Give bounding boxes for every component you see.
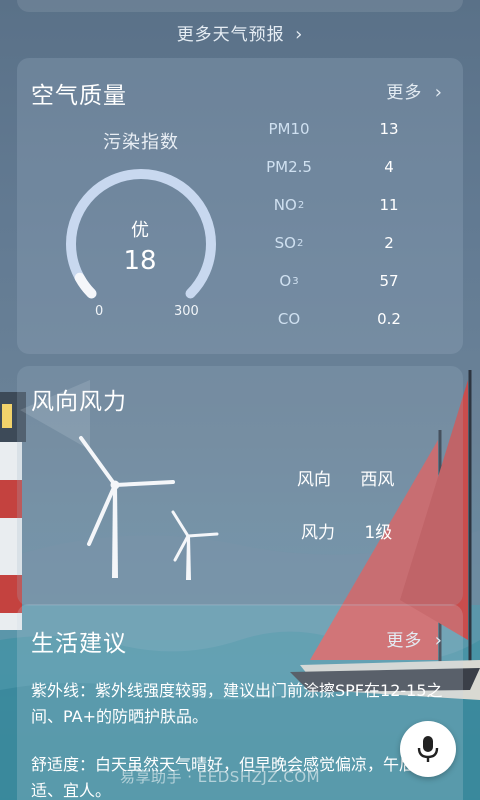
pollutant-name: SO2 (274, 234, 304, 252)
air-quality-title: 空气质量 (31, 83, 127, 109)
voice-button[interactable] (400, 721, 456, 777)
life-advice-more-button[interactable]: 更多 › (386, 626, 443, 651)
uv-advice: 紫外线：紫外线强度较弱，建议出门前涂擦SPF在12-15之间、PA+的防晒护肤品… (31, 681, 443, 726)
pollutant-value: 2 (384, 234, 394, 252)
pollutant-row: SO2 2 (249, 234, 449, 256)
chevron-right-icon: › (434, 82, 443, 103)
pollutant-value: 0.2 (377, 310, 401, 328)
wind-force-label: 风力 (301, 523, 335, 543)
wind-direction-row: 风向 西风 (297, 465, 394, 490)
life-advice-title: 生活建议 (31, 631, 127, 657)
pollutant-row: PM2.5 4 (249, 158, 449, 180)
pollutant-row: CO 0.2 (249, 310, 449, 332)
aqi-value: 18 (123, 246, 157, 276)
pollutant-row: O3 57 (249, 272, 449, 294)
pollutant-name: PM2.5 (266, 158, 312, 176)
mic-icon (417, 736, 439, 762)
air-quality-more-button[interactable]: 更多 › (386, 78, 443, 103)
gauge-max-label: 300 (174, 304, 199, 319)
wind-force-value: 1级 (364, 523, 393, 543)
pollutant-row: PM10 13 (249, 120, 449, 142)
pollutant-name: PM10 (268, 120, 310, 138)
aqi-level: 优 (131, 220, 149, 241)
gauge-min-label: 0 (95, 304, 104, 319)
pollutant-name: CO (277, 310, 301, 328)
forecast-card-bottom (17, 0, 463, 12)
pollutant-name: NO2 (273, 196, 305, 214)
wind-force-row: 风力 1级 (301, 518, 392, 543)
gauge-fill (74, 272, 97, 299)
life-advice-more-label: 更多 (386, 631, 423, 651)
more-forecast-link[interactable]: 更多天气预报 › (0, 20, 480, 45)
pollution-index-label: 污染指数 (103, 132, 179, 153)
chevron-right-icon: › (434, 630, 443, 651)
wind-turbine-icon (79, 436, 219, 580)
pollutant-value: 57 (379, 272, 399, 290)
wind-direction-value: 西风 (360, 470, 395, 490)
pollutant-row: NO2 11 (249, 196, 449, 218)
pollutant-value: 11 (379, 196, 399, 214)
air-quality-more-label: 更多 (386, 83, 423, 103)
chevron-right-icon: › (295, 24, 304, 45)
watermark-text: 易享助手 · EEDSHZJZ.COM (120, 768, 321, 786)
air-quality-card: 空气质量 更多 › 污染指数 优 18 0 300 PM10 13 PM2.5 … (17, 58, 463, 354)
wind-direction-label: 风向 (297, 470, 331, 490)
more-forecast-label: 更多天气预报 (176, 25, 285, 45)
pollutant-value: 13 (379, 120, 399, 138)
aqi-gauge (66, 169, 216, 299)
wind-card: 风向风力 风向 西风 风力 1级 (17, 366, 463, 606)
wind-title: 风向风力 (31, 389, 127, 415)
pollutant-name: O3 (279, 272, 299, 290)
pollutant-value: 4 (384, 158, 394, 176)
